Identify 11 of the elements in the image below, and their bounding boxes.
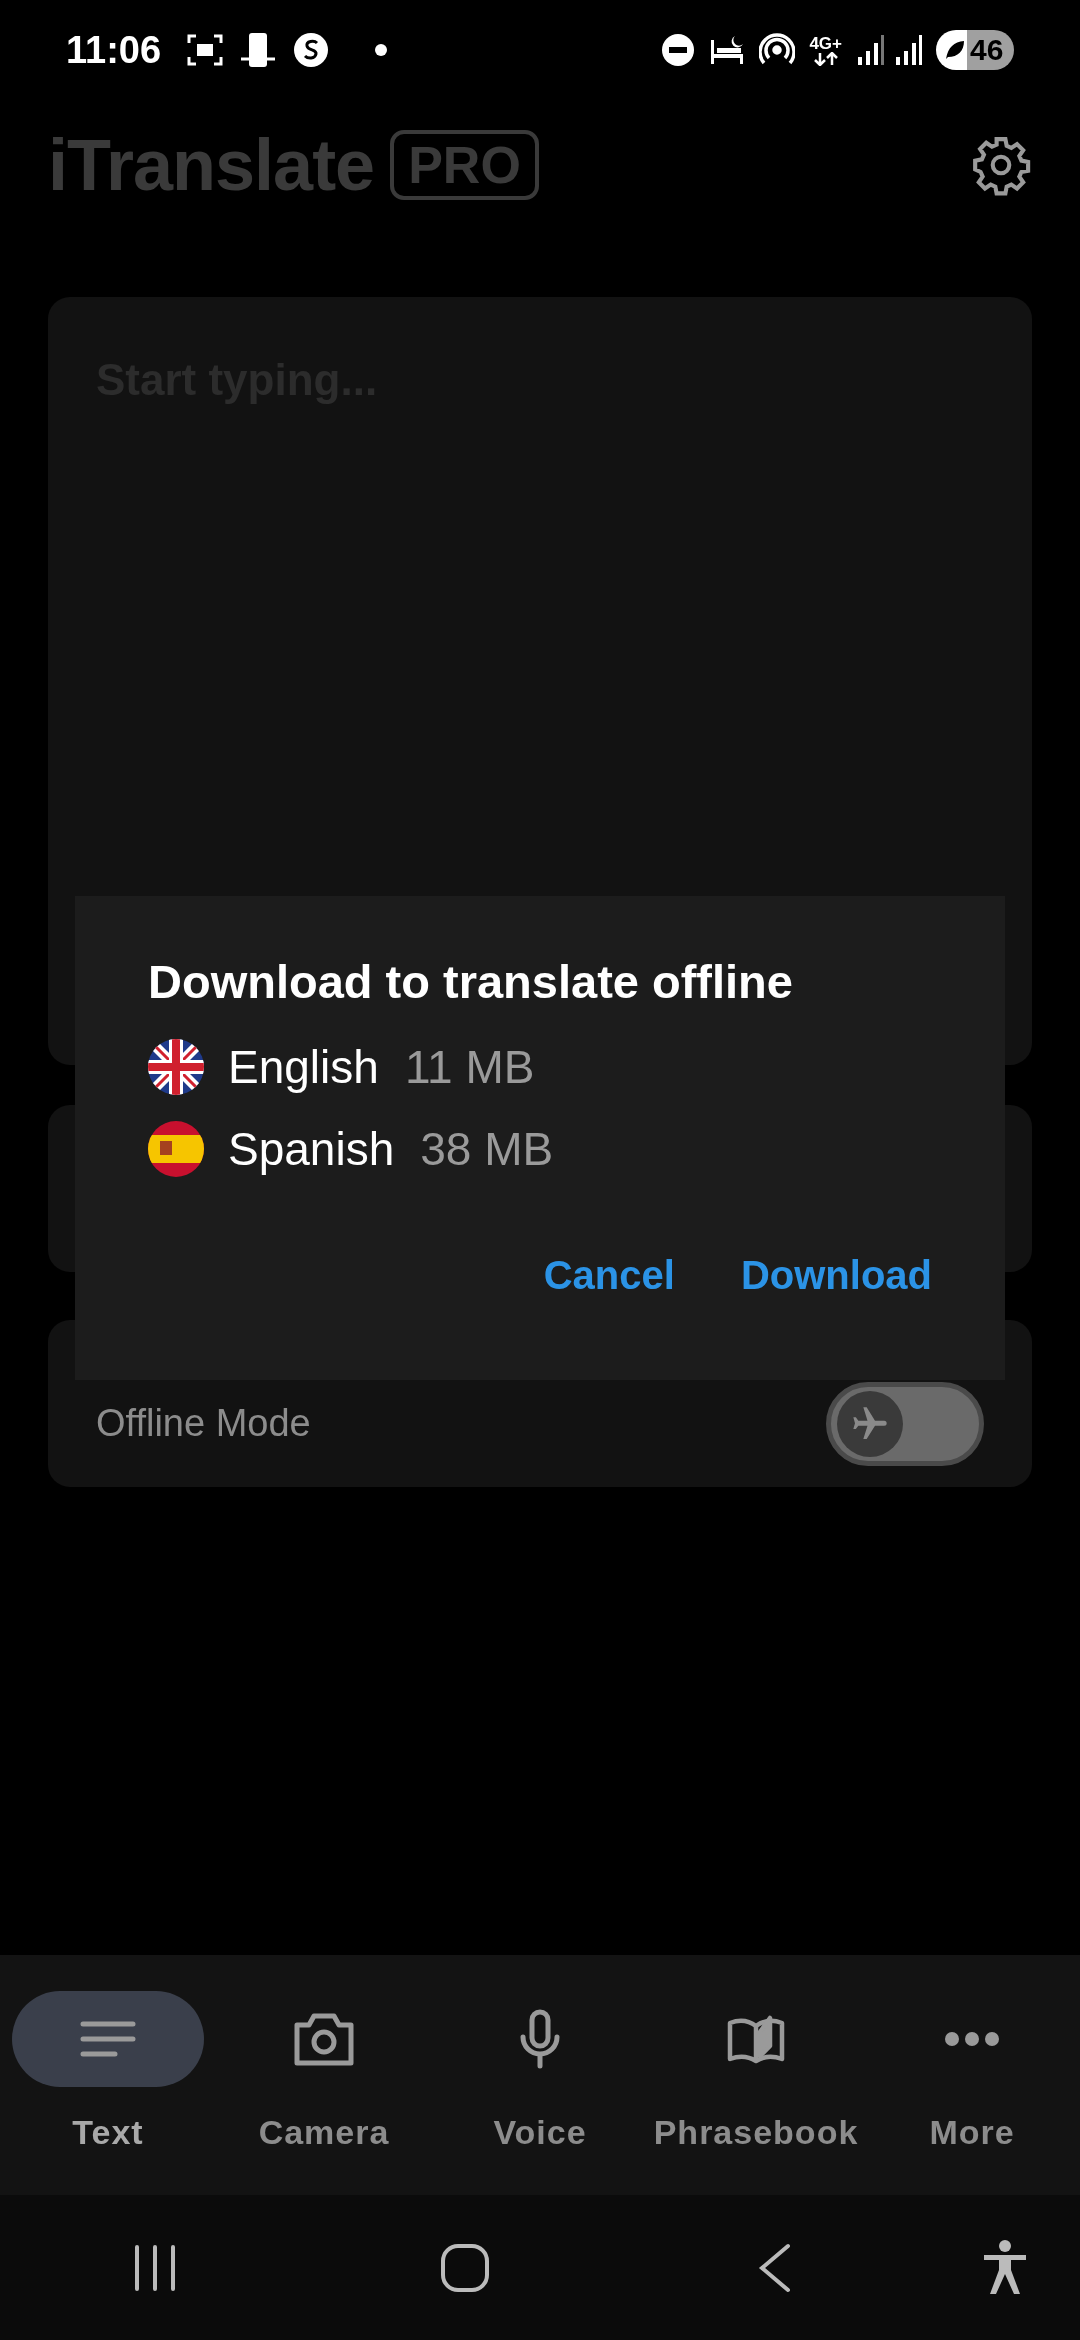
- offline-mode-label: Offline Mode: [96, 1401, 311, 1446]
- network-type: 4G+: [809, 34, 842, 52]
- clock: 11:06: [66, 27, 162, 73]
- app-logo: iTranslate: [48, 124, 375, 207]
- download-size: 38 MB: [420, 1121, 554, 1177]
- language-name: English: [228, 1039, 379, 1095]
- dialog-title: Download to translate offline: [148, 958, 794, 1005]
- download-size: 11 MB: [404, 1039, 535, 1095]
- language-name: Spanish: [228, 1121, 395, 1177]
- battery-level: 46: [970, 35, 1004, 65]
- pro-badge: PRO: [390, 130, 539, 200]
